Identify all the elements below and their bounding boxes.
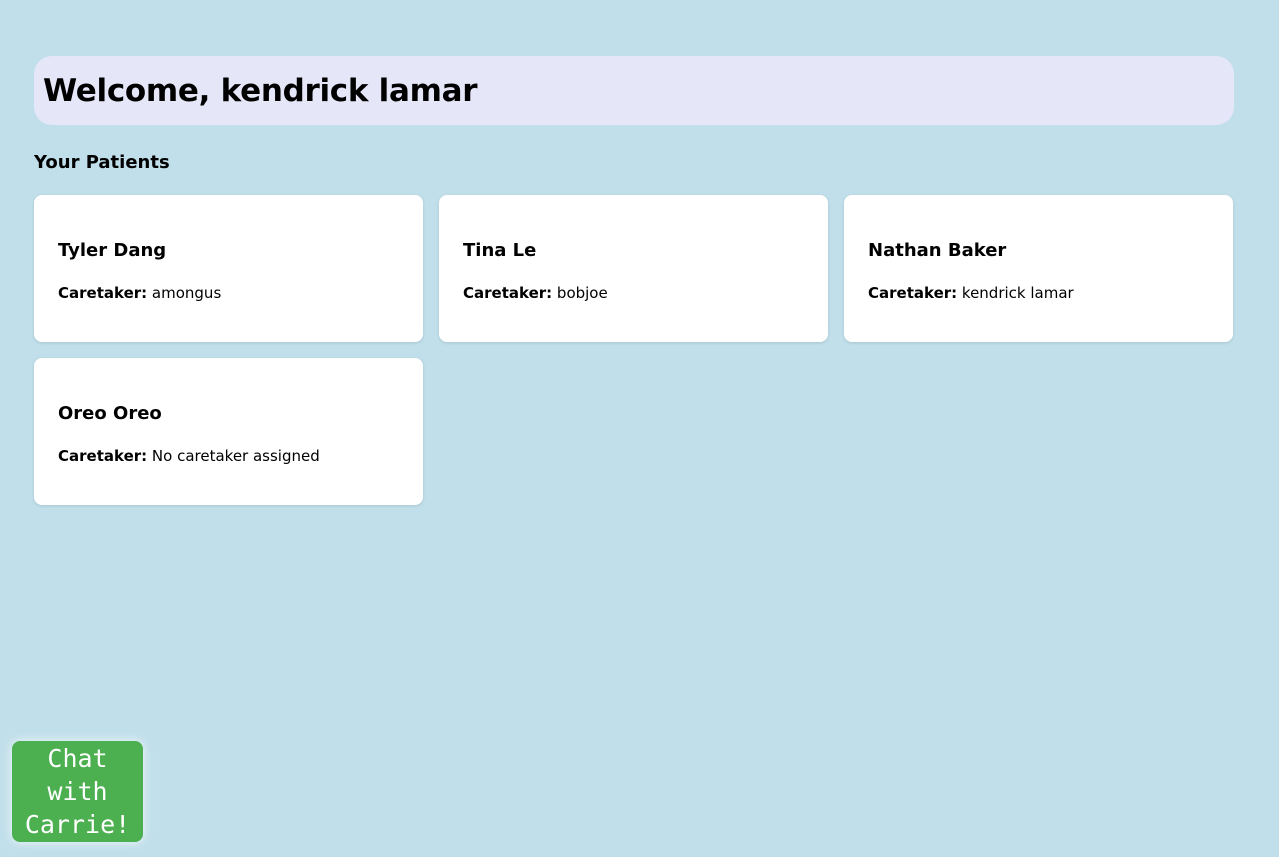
patient-caretaker: Caretaker: amongus (58, 283, 399, 303)
caretaker-value: amongus (151, 284, 222, 302)
patient-caretaker: Caretaker: bobjoe (463, 283, 804, 303)
caretaker-value: kendrick lamar (961, 284, 1074, 302)
welcome-banner: Welcome, kendrick lamar (34, 56, 1234, 125)
caretaker-value: bobjoe (556, 284, 608, 302)
patient-caretaker: Caretaker: No caretaker assigned (58, 446, 399, 466)
patient-card[interactable]: Tyler Dang Caretaker: amongus (34, 195, 423, 342)
welcome-heading: Welcome, kendrick lamar (43, 72, 478, 109)
patient-card[interactable]: Tina Le Caretaker: bobjoe (439, 195, 828, 342)
caretaker-label: Caretaker: (868, 284, 958, 302)
patient-name: Tina Le (463, 240, 537, 261)
patients-section-title: Your Patients (34, 152, 170, 173)
caretaker-label: Caretaker: (58, 284, 148, 302)
patient-caretaker: Caretaker: kendrick lamar (868, 283, 1209, 303)
caretaker-value: No caretaker assigned (151, 447, 320, 465)
patient-name: Tyler Dang (58, 240, 167, 261)
patient-name: Nathan Baker (868, 240, 1007, 261)
caretaker-label: Caretaker: (58, 447, 148, 465)
patient-name: Oreo Oreo (58, 403, 162, 424)
patient-grid: Tyler Dang Caretaker: amongus Tina Le Ca… (34, 195, 1234, 505)
patient-card[interactable]: Nathan Baker Caretaker: kendrick lamar (844, 195, 1233, 342)
patient-card[interactable]: Oreo Oreo Caretaker: No caretaker assign… (34, 358, 423, 505)
chat-with-carrie-button[interactable]: Chat with Carrie! (12, 741, 143, 842)
caretaker-label: Caretaker: (463, 284, 553, 302)
